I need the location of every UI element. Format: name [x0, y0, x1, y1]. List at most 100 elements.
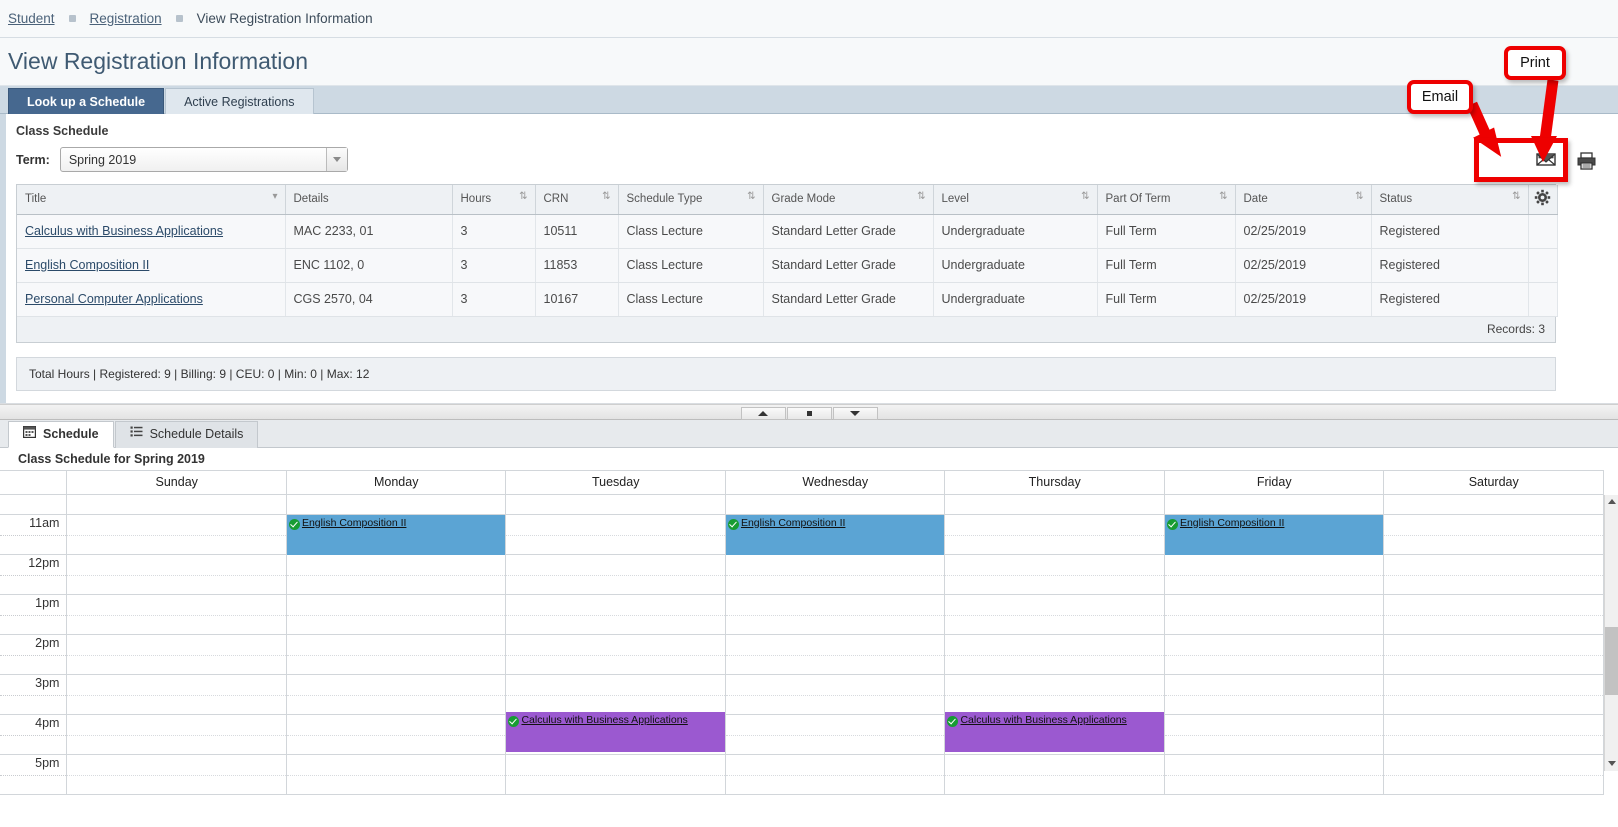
- sort-icon[interactable]: ⇅: [1512, 192, 1520, 202]
- cell-saturday-1pm[interactable]: [1383, 593, 1604, 635]
- column-header-date[interactable]: Date ⇅: [1235, 185, 1372, 215]
- scrollbar-thumb[interactable]: [1605, 626, 1618, 695]
- cell-saturday-12pm[interactable]: [1383, 553, 1604, 595]
- tab-schedule-details[interactable]: Schedule Details: [114, 420, 259, 448]
- column-header-title[interactable]: Title ▾: [17, 185, 286, 215]
- cell-tuesday-12pm[interactable]: [505, 553, 726, 595]
- cell-monday-1pm[interactable]: [285, 593, 507, 635]
- table-row[interactable]: Personal Computer Applications CGS 2570,…: [17, 282, 1558, 317]
- column-header-level[interactable]: Level ⇅: [933, 185, 1098, 215]
- cell-wednesday-11am[interactable]: English Composition II: [724, 513, 946, 555]
- column-header-crn[interactable]: CRN ⇅: [535, 185, 619, 215]
- splitter-collapse-up-button[interactable]: [740, 407, 786, 420]
- cell-thursday-5pm[interactable]: [944, 753, 1165, 795]
- cell-tuesday-1pm[interactable]: [505, 593, 726, 635]
- breadcrumb-item-registration[interactable]: Registration: [90, 11, 162, 26]
- column-header-grade-mode[interactable]: Grade Mode ⇅: [763, 185, 934, 215]
- cell-tuesday-5pm[interactable]: [505, 753, 726, 795]
- cell-tuesday-pre[interactable]: [505, 493, 726, 515]
- column-header-part-of-term[interactable]: Part Of Term ⇅: [1097, 185, 1236, 215]
- column-header-details[interactable]: Details: [285, 185, 453, 215]
- gear-icon[interactable]: [1528, 185, 1558, 215]
- splitter-collapse-down-button[interactable]: [832, 407, 878, 420]
- column-header-schedule-type[interactable]: Schedule Type ⇅: [618, 185, 764, 215]
- cell-friday-5pm[interactable]: [1163, 753, 1385, 795]
- cell-wednesday-2pm[interactable]: [724, 633, 946, 675]
- cell-tuesday-2pm[interactable]: [505, 633, 726, 675]
- scroll-down-button[interactable]: [1605, 757, 1618, 771]
- panel-splitter[interactable]: [0, 403, 1618, 420]
- term-select[interactable]: Spring 2019: [59, 147, 348, 172]
- sort-icon[interactable]: ⇅: [519, 192, 527, 202]
- cell-saturday-2pm[interactable]: [1383, 633, 1604, 675]
- calendar-event[interactable]: English Composition II: [1164, 514, 1384, 555]
- cell-sunday-2pm[interactable]: [66, 633, 287, 675]
- cell-saturday-4pm[interactable]: [1383, 713, 1604, 755]
- cell-monday-3pm[interactable]: [285, 673, 507, 715]
- cell-saturday-11am[interactable]: [1383, 513, 1604, 555]
- calendar-scrollbar[interactable]: [1604, 494, 1618, 771]
- sort-icon[interactable]: ⇅: [1219, 192, 1227, 202]
- cell-wednesday-3pm[interactable]: [724, 673, 946, 715]
- breadcrumb-item-student[interactable]: Student: [8, 11, 55, 26]
- cell-thursday-3pm[interactable]: Calculus with Business Applications: [944, 673, 1165, 752]
- cell-tuesday-3pm[interactable]: Calculus with Business Applications: [505, 673, 726, 752]
- cell-thursday-1pm[interactable]: [944, 593, 1165, 635]
- cell-sunday-11am[interactable]: [66, 513, 287, 555]
- cell-wednesday-pre[interactable]: [724, 493, 946, 515]
- scroll-up-button[interactable]: [1605, 495, 1618, 509]
- cell-saturday-pre[interactable]: [1383, 493, 1604, 515]
- cell-wednesday-5pm[interactable]: [724, 753, 946, 795]
- cell-monday-11am[interactable]: English Composition II: [285, 513, 507, 555]
- tab-look-up-a-schedule[interactable]: Look up a Schedule: [8, 88, 165, 114]
- cell-wednesday-1pm[interactable]: [724, 593, 946, 635]
- column-header-status[interactable]: Status ⇅: [1371, 185, 1529, 215]
- cell-sunday-3pm[interactable]: [66, 673, 287, 715]
- sort-icon[interactable]: ▾: [272, 192, 277, 202]
- cell-monday-pre[interactable]: [285, 493, 507, 515]
- course-title-link[interactable]: Calculus with Business Applications: [25, 224, 223, 238]
- cell-thursday-12pm[interactable]: [944, 553, 1165, 595]
- calendar-event[interactable]: English Composition II: [286, 514, 506, 555]
- cell-friday-11am[interactable]: English Composition II: [1163, 513, 1385, 555]
- calendar-event[interactable]: Calculus with Business Applications: [945, 711, 1164, 752]
- course-title-link[interactable]: Personal Computer Applications: [25, 292, 203, 306]
- cell-sunday-pre[interactable]: [66, 493, 287, 515]
- tab-active-registrations[interactable]: Active Registrations: [165, 88, 314, 114]
- column-header-hours[interactable]: Hours ⇅: [452, 185, 536, 215]
- cell-tuesday-11am[interactable]: [505, 513, 726, 555]
- cell-monday-2pm[interactable]: [285, 633, 507, 675]
- tab-schedule[interactable]: Schedule: [8, 420, 114, 448]
- cell-sunday-4pm[interactable]: [66, 713, 287, 755]
- cell-monday-5pm[interactable]: [285, 753, 507, 795]
- cell-sunday-5pm[interactable]: [66, 753, 287, 795]
- cell-monday-12pm[interactable]: [285, 553, 507, 595]
- splitter-restore-button[interactable]: [786, 407, 832, 420]
- sort-icon[interactable]: ⇅: [602, 192, 610, 202]
- cell-monday-4pm[interactable]: [285, 713, 507, 755]
- cell-wednesday-12pm[interactable]: [724, 553, 946, 595]
- sort-icon[interactable]: ⇅: [917, 192, 925, 202]
- cell-thursday-pre[interactable]: [944, 493, 1165, 515]
- cell-saturday-3pm[interactable]: [1383, 673, 1604, 715]
- cell-thursday-11am[interactable]: [944, 513, 1165, 555]
- cell-friday-2pm[interactable]: [1163, 633, 1385, 675]
- cell-friday-1pm[interactable]: [1163, 593, 1385, 635]
- calendar-event[interactable]: English Composition II: [725, 514, 945, 555]
- cell-thursday-2pm[interactable]: [944, 633, 1165, 675]
- sort-icon[interactable]: ⇅: [1355, 192, 1363, 202]
- cell-sunday-1pm[interactable]: [66, 593, 287, 635]
- cell-friday-pre[interactable]: [1163, 493, 1385, 515]
- cell-friday-3pm[interactable]: [1163, 673, 1385, 715]
- course-title-link[interactable]: English Composition II: [25, 258, 149, 272]
- calendar-event[interactable]: Calculus with Business Applications: [506, 711, 725, 752]
- chevron-down-icon[interactable]: [325, 148, 347, 171]
- cell-sunday-12pm[interactable]: [66, 553, 287, 595]
- cell-wednesday-4pm[interactable]: [724, 713, 946, 755]
- cell-friday-12pm[interactable]: [1163, 553, 1385, 595]
- print-icon[interactable]: [1577, 152, 1596, 173]
- cell-saturday-5pm[interactable]: [1383, 753, 1604, 795]
- sort-icon[interactable]: ⇅: [747, 192, 755, 202]
- table-row[interactable]: English Composition II ENC 1102, 0 3 118…: [17, 248, 1558, 283]
- sort-icon[interactable]: ⇅: [1081, 192, 1089, 202]
